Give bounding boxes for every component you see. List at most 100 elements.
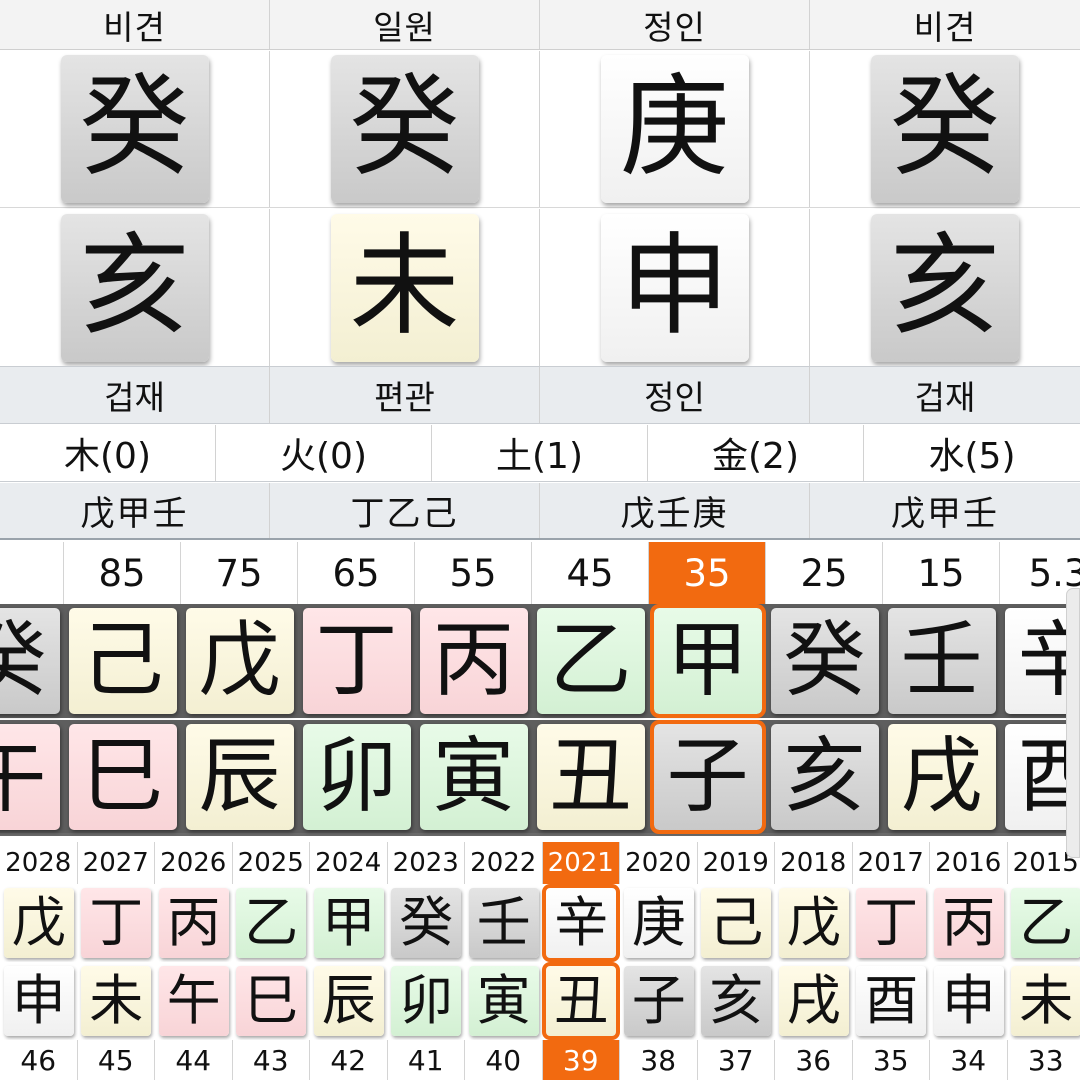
yearly-year-cell[interactable]: 2020 (620, 842, 698, 884)
yearly-age-cell[interactable]: 35 (853, 1040, 930, 1080)
daewoon-stem-tile[interactable]: 癸 (0, 608, 60, 714)
pillar-stem-tile[interactable]: 庚 (600, 55, 749, 203)
daewoon-branch-tile[interactable]: 亥 (770, 723, 879, 830)
yearly-age-cell[interactable]: 46 (0, 1040, 78, 1080)
yearly-branch-tile[interactable]: 酉 (856, 966, 927, 1036)
daewoon-stem-tile[interactable]: 丙 (419, 608, 528, 714)
daewoon-age-cell[interactable]: 55 (415, 542, 532, 604)
daewoon-stem-cell: 癸 (766, 604, 883, 718)
yearly-year-cell[interactable]: 2027 (78, 842, 155, 884)
yearly-stem-tile[interactable]: 癸 (391, 888, 462, 958)
side-scroll-handle[interactable] (1066, 588, 1080, 858)
yearly-branch-tile[interactable]: 申 (3, 966, 74, 1036)
yearly-age-cell[interactable]: 37 (698, 1040, 775, 1080)
yearly-branch-tile[interactable]: 戌 (778, 966, 849, 1036)
yearly-age-cell[interactable]: 41 (388, 1040, 465, 1080)
yearly-stem-tile[interactable]: 壬 (468, 888, 539, 958)
yearly-age-cell[interactable]: 39 (542, 1040, 620, 1080)
yearly-year-cell[interactable]: 2016 (930, 842, 1008, 884)
daewoon-branch-tile[interactable]: 午 (0, 723, 60, 830)
yearly-year-cell[interactable]: 2022 (465, 842, 543, 884)
yearly-stem-char: 庚 (631, 891, 686, 954)
yearly-stem-tile[interactable]: 甲 (313, 888, 384, 958)
branch-ten-god-label: 편관 (374, 378, 435, 417)
daewoon-stem-tile[interactable]: 乙 (536, 608, 645, 714)
yearly-age-cell[interactable]: 42 (310, 1040, 388, 1080)
yearly-year-cell[interactable]: 2024 (310, 842, 388, 884)
yearly-branch-tile[interactable]: 丑 (542, 962, 621, 1040)
yearly-stem-tile[interactable]: 己 (701, 888, 772, 958)
yearly-year-cell[interactable]: 2017 (853, 842, 930, 884)
yearly-year-cell[interactable]: 2026 (155, 842, 233, 884)
daewoon-age-cell[interactable]: 45 (532, 542, 649, 604)
pillar-stem-tile[interactable]: 癸 (871, 55, 1019, 203)
daewoon-age-cell[interactable]: 65 (298, 542, 415, 604)
daewoon-age-cell[interactable]: 85 (64, 542, 181, 604)
daewoon-age-cell[interactable]: 25 (766, 542, 883, 604)
daewoon-age-cell[interactable]: 15 (883, 542, 1000, 604)
daewoon-branch-tile[interactable]: 戌 (887, 723, 996, 830)
pillar-stem-tile[interactable]: 癸 (330, 55, 479, 203)
yearly-branch-tile[interactable]: 卯 (391, 966, 462, 1036)
yearly-stem-tile[interactable]: 丙 (158, 888, 229, 958)
pillar-branch-tile[interactable]: 未 (330, 213, 479, 362)
daewoon-stem-tile[interactable]: 癸 (770, 608, 879, 714)
pillar-branch-cell: 申 (540, 209, 810, 366)
yearly-branch-tile[interactable]: 辰 (313, 966, 384, 1036)
daewoon-branch-tile[interactable]: 辰 (185, 723, 294, 830)
daewoon-branch-tile[interactable]: 卯 (302, 723, 411, 830)
yearly-age-cell[interactable]: 44 (155, 1040, 233, 1080)
hidden-stems-row: 戊甲壬 丁乙己 戊壬庚 戊甲壬 (0, 483, 1080, 540)
yearly-branch-tile[interactable]: 未 (81, 966, 152, 1036)
yearly-stem-tile[interactable]: 庚 (623, 888, 694, 958)
yearly-age-cell[interactable]: 45 (78, 1040, 155, 1080)
yearly-age-cell[interactable]: 36 (775, 1040, 853, 1080)
yearly-age-cell[interactable]: 34 (930, 1040, 1008, 1080)
yearly-age-cell[interactable]: 40 (465, 1040, 543, 1080)
yearly-year-cell[interactable]: 2019 (698, 842, 775, 884)
yearly-stem-tile[interactable]: 戊 (778, 888, 849, 958)
pillar-branch-tile[interactable]: 亥 (871, 213, 1019, 362)
daewoon-stem-tile[interactable]: 己 (68, 608, 177, 714)
daewoon-stem-tile[interactable]: 丁 (302, 608, 411, 714)
yearly-branch-tile[interactable]: 子 (623, 966, 694, 1036)
yearly-year-cell[interactable]: 2023 (388, 842, 465, 884)
yearly-branch-tile[interactable]: 巳 (236, 966, 307, 1036)
pillar-branch-tile[interactable]: 申 (600, 213, 749, 362)
daewoon-stem-tile[interactable]: 戊 (185, 608, 294, 714)
yearly-branch-tile[interactable]: 亥 (701, 966, 772, 1036)
daewoon-branch-tile[interactable]: 寅 (419, 723, 528, 830)
daewoon-stem-tile[interactable]: 壬 (887, 608, 996, 714)
yearly-year-label: 2027 (82, 848, 149, 878)
yearly-year-cell[interactable]: 2018 (775, 842, 853, 884)
yearly-branch-tile[interactable]: 寅 (468, 966, 539, 1036)
daewoon-branch-tile[interactable]: 子 (649, 719, 766, 834)
yearly-year-cell[interactable]: 2021 (542, 842, 620, 884)
pillar-branch-tile[interactable]: 亥 (60, 213, 209, 362)
yearly-age-cell[interactable]: 38 (620, 1040, 698, 1080)
daewoon-stem-char: 乙 (549, 613, 632, 708)
yearly-stem-tile[interactable]: 乙 (1011, 888, 1080, 958)
yearly-branch-tile[interactable]: 申 (933, 966, 1004, 1036)
pillar-stem-tile[interactable]: 癸 (60, 55, 209, 203)
daewoon-branch-tile[interactable]: 巳 (68, 723, 177, 830)
yearly-age-cell[interactable]: 43 (233, 1040, 310, 1080)
daewoon-age-cell[interactable]: 75 (181, 542, 298, 604)
yearly-branch-tile[interactable]: 未 (1011, 966, 1080, 1036)
element-count: 木(0) (64, 436, 151, 477)
yearly-age-cell[interactable]: 33 (1008, 1040, 1080, 1080)
yearly-stem-tile[interactable]: 乙 (236, 888, 307, 958)
yearly-stem-tile[interactable]: 丁 (856, 888, 927, 958)
yearly-stem-tile[interactable]: 戊 (3, 888, 74, 958)
yearly-year-row: 2028 2027 2026 2025 2024 2023 2022 2021 2020 2019… (0, 842, 1080, 884)
daewoon-age-cell[interactable] (0, 542, 64, 604)
yearly-branch-tile[interactable]: 午 (158, 966, 229, 1036)
daewoon-stem-tile[interactable]: 甲 (649, 604, 766, 718)
daewoon-age-cell[interactable]: 35 (649, 542, 766, 604)
yearly-stem-tile[interactable]: 辛 (542, 884, 621, 962)
yearly-stem-tile[interactable]: 丙 (933, 888, 1004, 958)
yearly-year-cell[interactable]: 2028 (0, 842, 78, 884)
yearly-year-cell[interactable]: 2025 (233, 842, 310, 884)
daewoon-branch-tile[interactable]: 丑 (536, 723, 645, 830)
yearly-stem-tile[interactable]: 丁 (81, 888, 152, 958)
